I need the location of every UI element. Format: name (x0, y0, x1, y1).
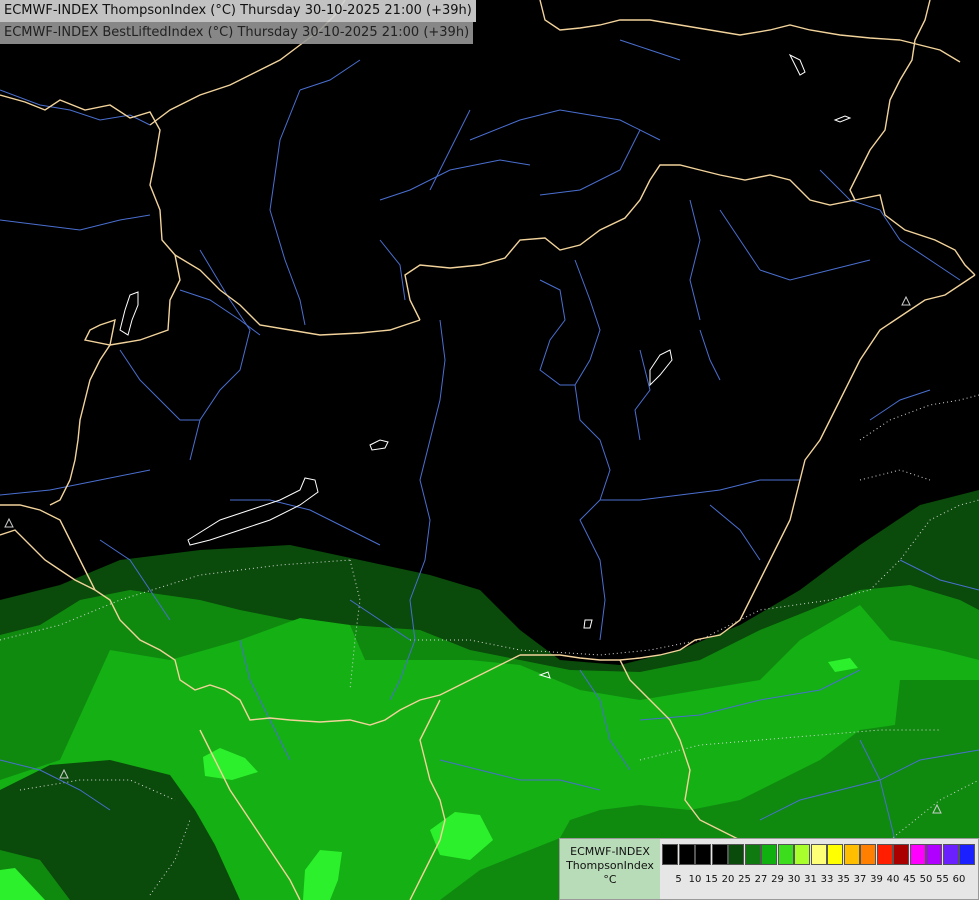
legend-swatch (893, 844, 909, 865)
legend-swatch (744, 844, 761, 865)
legend-parameter: ThompsonIndex (566, 859, 654, 872)
legend-tick-label: 60 (952, 874, 966, 885)
legend-model: ECMWF-INDEX (570, 845, 650, 858)
legend-swatch (827, 844, 843, 865)
legend-swatch (909, 844, 926, 865)
legend-swatch (695, 844, 711, 865)
title-thompson-index: ECMWF-INDEX ThompsonIndex (°C) Thursday … (0, 0, 476, 22)
title-best-lifted-index: ECMWF-INDEX BestLiftedIndex (°C) Thursda… (0, 22, 474, 44)
weather-map (0, 0, 979, 900)
legend-unit: °C (603, 873, 617, 886)
legend-swatch (843, 844, 860, 865)
legend-swatch (926, 844, 942, 865)
legend-swatch (761, 844, 777, 865)
legend-swatch (942, 844, 959, 865)
legend-swatch (810, 844, 827, 865)
legend-swatch (959, 844, 975, 865)
legend-label-box: ECMWF-INDEX ThompsonIndex °C (560, 839, 660, 899)
color-legend: ECMWF-INDEX ThompsonIndex °C 5 10 15 20 25 27… (559, 838, 979, 900)
legend-swatch (662, 844, 678, 865)
legend-swatch (728, 844, 744, 865)
map-viewport: ECMWF-INDEX ThompsonIndex (°C) Thursday … (0, 0, 979, 900)
legend-swatch (860, 844, 876, 865)
legend-swatch (711, 844, 728, 865)
legend-swatch (794, 844, 810, 865)
legend-swatch (876, 844, 893, 865)
legend-swatch (777, 844, 794, 865)
legend-swatch (678, 844, 695, 865)
